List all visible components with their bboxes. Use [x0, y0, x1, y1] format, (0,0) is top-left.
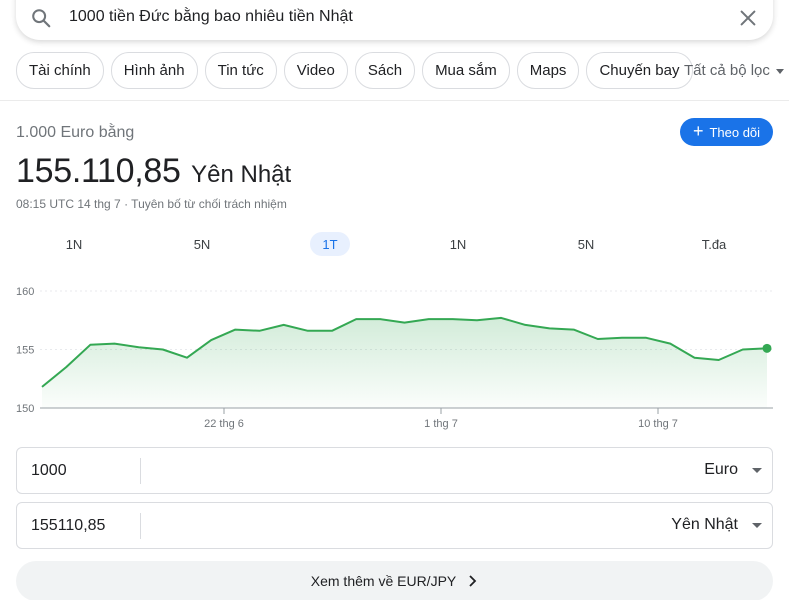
- y-tick-label: 160: [16, 286, 34, 298]
- box-separator: [140, 513, 141, 539]
- divider: [0, 100, 789, 101]
- chip-books[interactable]: Sách: [354, 52, 416, 89]
- x-tick-label: 22 thg 6: [204, 418, 244, 430]
- tab-range-4[interactable]: 5N: [566, 232, 606, 256]
- close-icon[interactable]: [737, 7, 759, 29]
- amount-from-input[interactable]: 1000: [31, 462, 67, 480]
- follow-button[interactable]: + Theo dõi: [680, 118, 773, 146]
- chart-area: [42, 317, 767, 408]
- amount-to-input[interactable]: 155110,85: [31, 517, 105, 535]
- result-unit: Yên Nhật: [191, 161, 292, 188]
- chart-last-point: [762, 343, 772, 353]
- exchange-rate-chart[interactable]: 160 155 150 22 thg 6 1 thg 7 10 thg 7: [0, 270, 789, 440]
- x-tick-label: 1 thg 7: [424, 418, 458, 430]
- more-about-label: Xem thêm về EUR/JPY: [310, 573, 457, 589]
- currency-from-select[interactable]: Euro: [704, 461, 738, 479]
- chevron-down-icon[interactable]: [752, 523, 762, 528]
- currency-to-select[interactable]: Yên Nhật: [671, 516, 738, 534]
- all-filters-label: Tất cả bộ lọc: [684, 62, 770, 79]
- tab-range-5[interactable]: T.đa: [692, 232, 736, 256]
- chevron-down-icon: [775, 69, 784, 74]
- amount-from-box: 1000 Euro: [16, 447, 773, 494]
- chip-images[interactable]: Hình ảnh: [110, 52, 198, 89]
- chip-shopping[interactable]: Mua sắm: [422, 52, 510, 89]
- tab-range-1[interactable]: 5N: [182, 232, 222, 256]
- box-separator: [140, 458, 141, 484]
- y-tick-label: 155: [16, 345, 34, 357]
- chip-finance[interactable]: Tài chính: [16, 52, 104, 89]
- tab-range-3[interactable]: 1N: [438, 232, 478, 256]
- amount-to-box: 155110,85 Yên Nhật: [16, 502, 773, 549]
- tab-range-2[interactable]: 1T: [310, 232, 350, 256]
- time-range-tabs: 1N 5N 1T 1N 5N T.đa: [0, 232, 789, 258]
- search-icon[interactable]: [30, 7, 52, 29]
- x-tick-label: 10 thg 7: [638, 418, 678, 430]
- chip-news[interactable]: Tin tức: [204, 52, 277, 89]
- chip-flights[interactable]: Chuyến bay: [586, 52, 693, 89]
- y-tick-label: 150: [16, 403, 34, 415]
- filter-chips: Tài chính Hình ảnh Tin tức Video Sách Mu…: [16, 52, 693, 90]
- all-filters-button[interactable]: Tất cả bộ lọc: [684, 62, 784, 79]
- plus-icon: +: [692, 121, 704, 141]
- search-query[interactable]: 1000 tiền Đức bằng bao nhiêu tiền Nhật: [69, 8, 353, 26]
- conversion-result: 155.110,85 Yên Nhật: [16, 152, 291, 191]
- chip-video[interactable]: Video: [283, 52, 348, 89]
- timestamp-disclaimer[interactable]: 08:15 UTC 14 thg 7 · Tuyên bố từ chối tr…: [16, 197, 287, 211]
- tab-range-0[interactable]: 1N: [54, 232, 94, 256]
- result-value: 155.110,85: [16, 152, 181, 190]
- follow-label: Theo dõi: [709, 124, 761, 140]
- chip-maps[interactable]: Maps: [516, 52, 580, 89]
- chevron-down-icon[interactable]: [752, 468, 762, 473]
- search-bar[interactable]: 1000 tiền Đức bằng bao nhiêu tiền Nhật: [16, 0, 773, 40]
- conversion-from-text: 1.000 Euro bằng: [16, 124, 135, 141]
- more-about-button[interactable]: Xem thêm về EUR/JPY: [16, 561, 773, 600]
- chevron-right-icon: [469, 575, 477, 587]
